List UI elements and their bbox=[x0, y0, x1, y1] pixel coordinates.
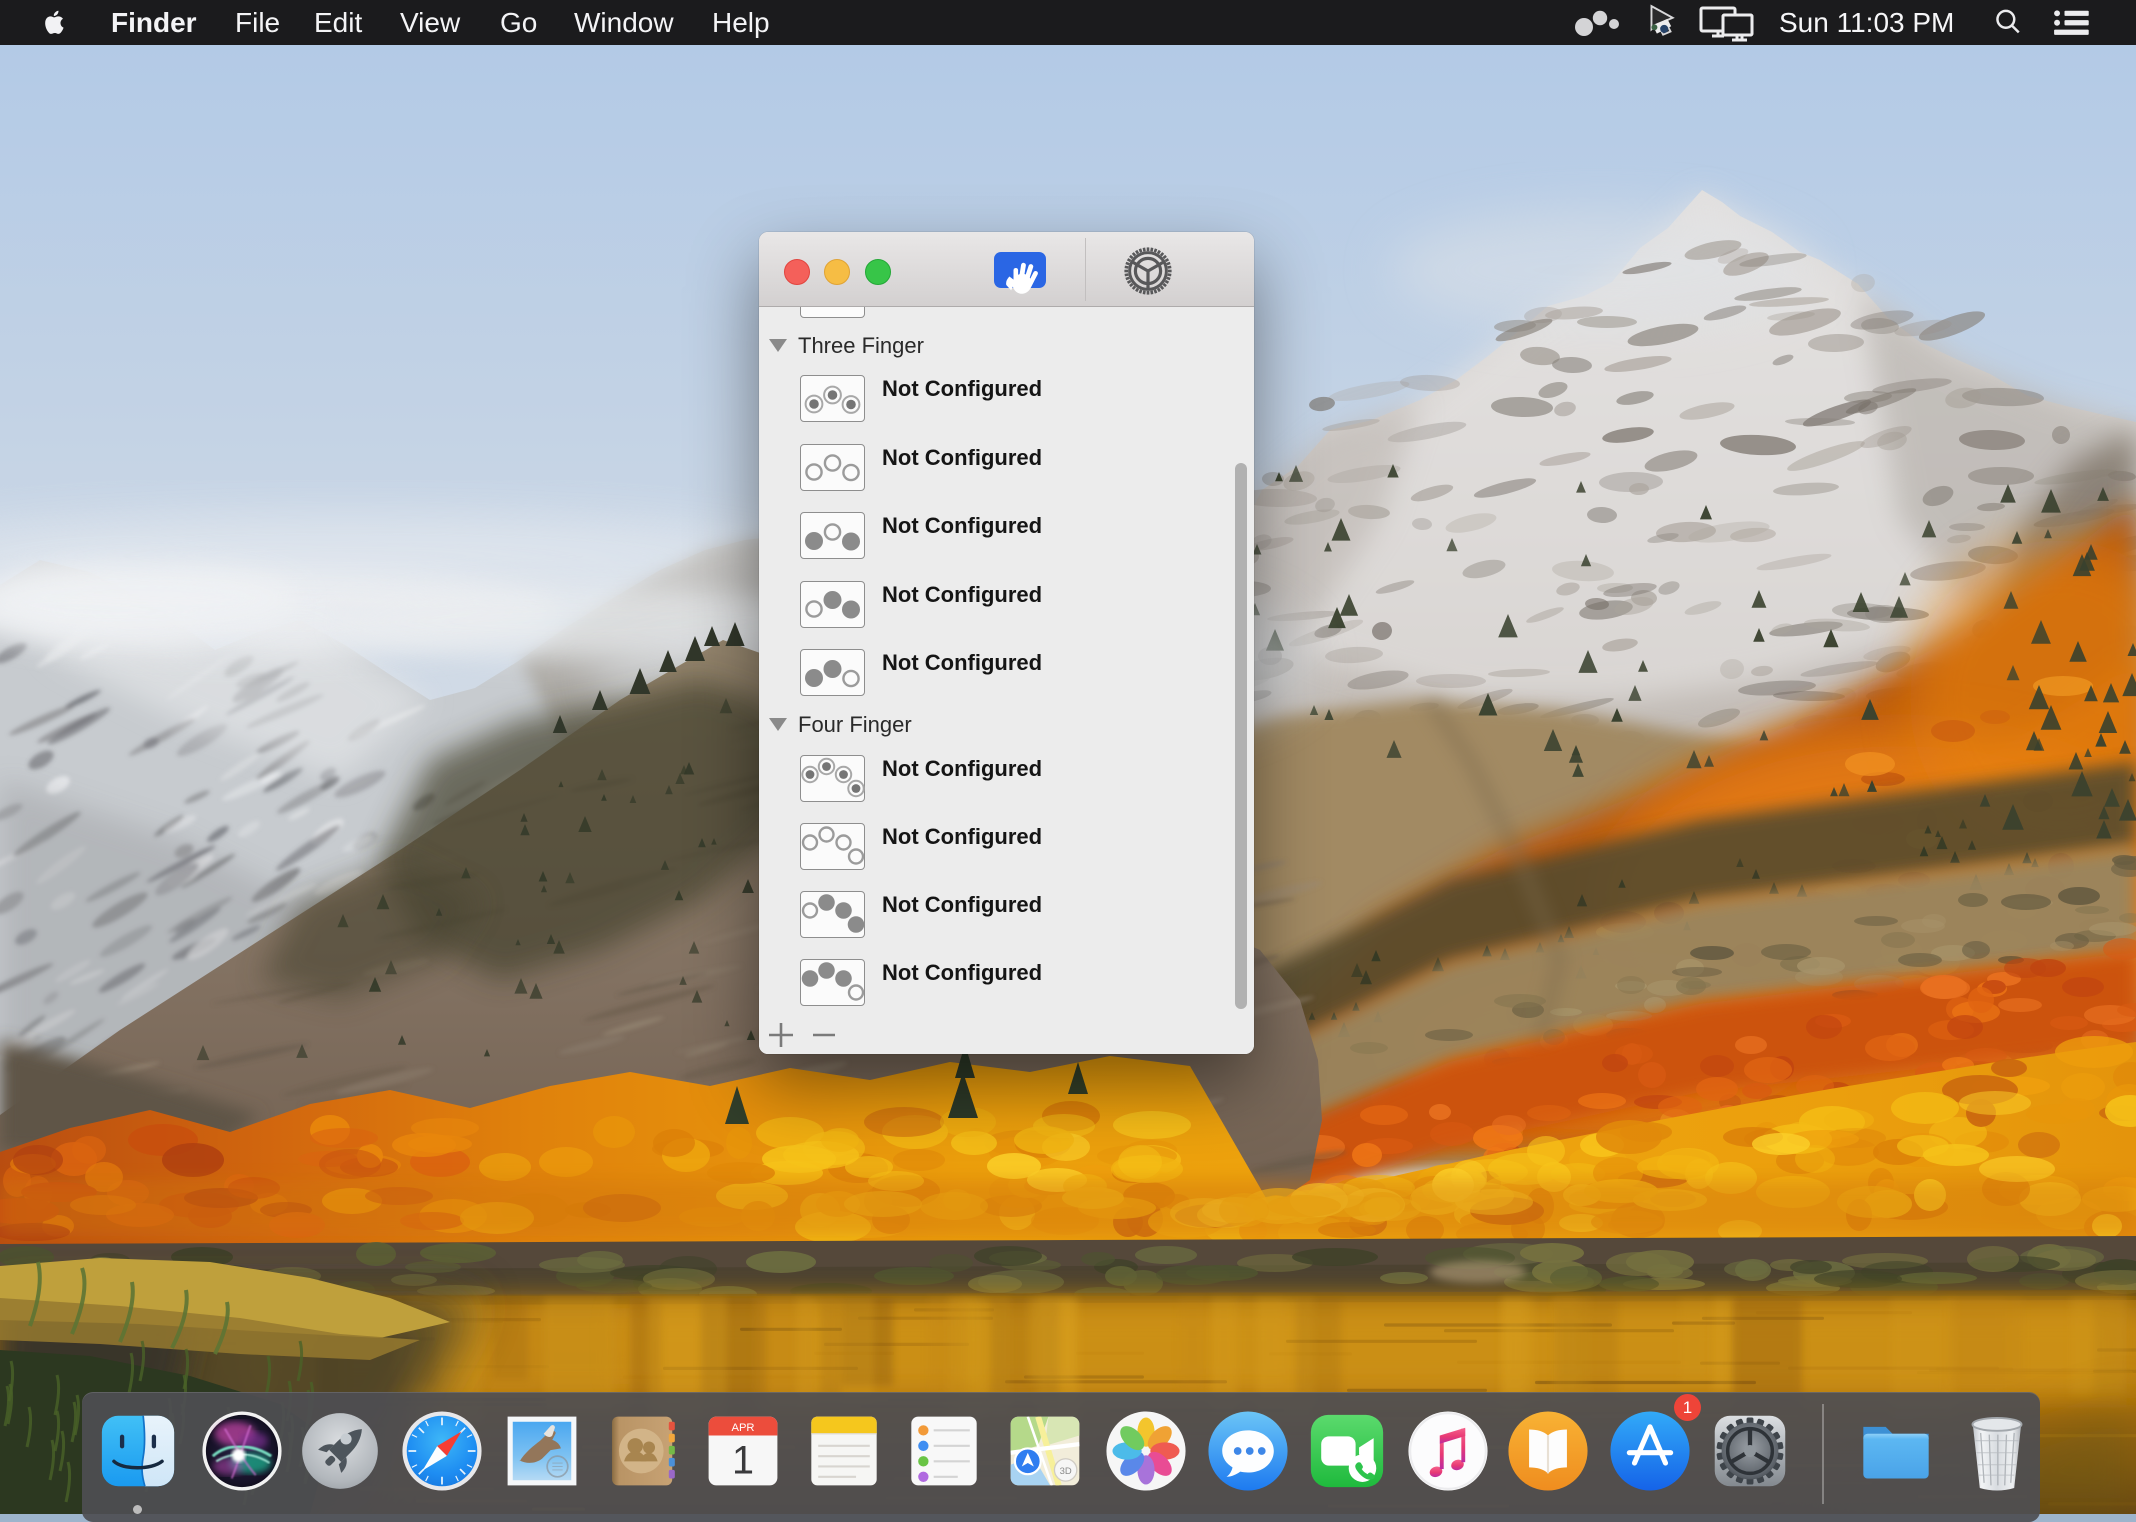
svg-text:APR: APR bbox=[732, 1422, 755, 1434]
svg-text:1: 1 bbox=[732, 1438, 754, 1482]
svg-text:3D: 3D bbox=[1060, 1466, 1072, 1477]
